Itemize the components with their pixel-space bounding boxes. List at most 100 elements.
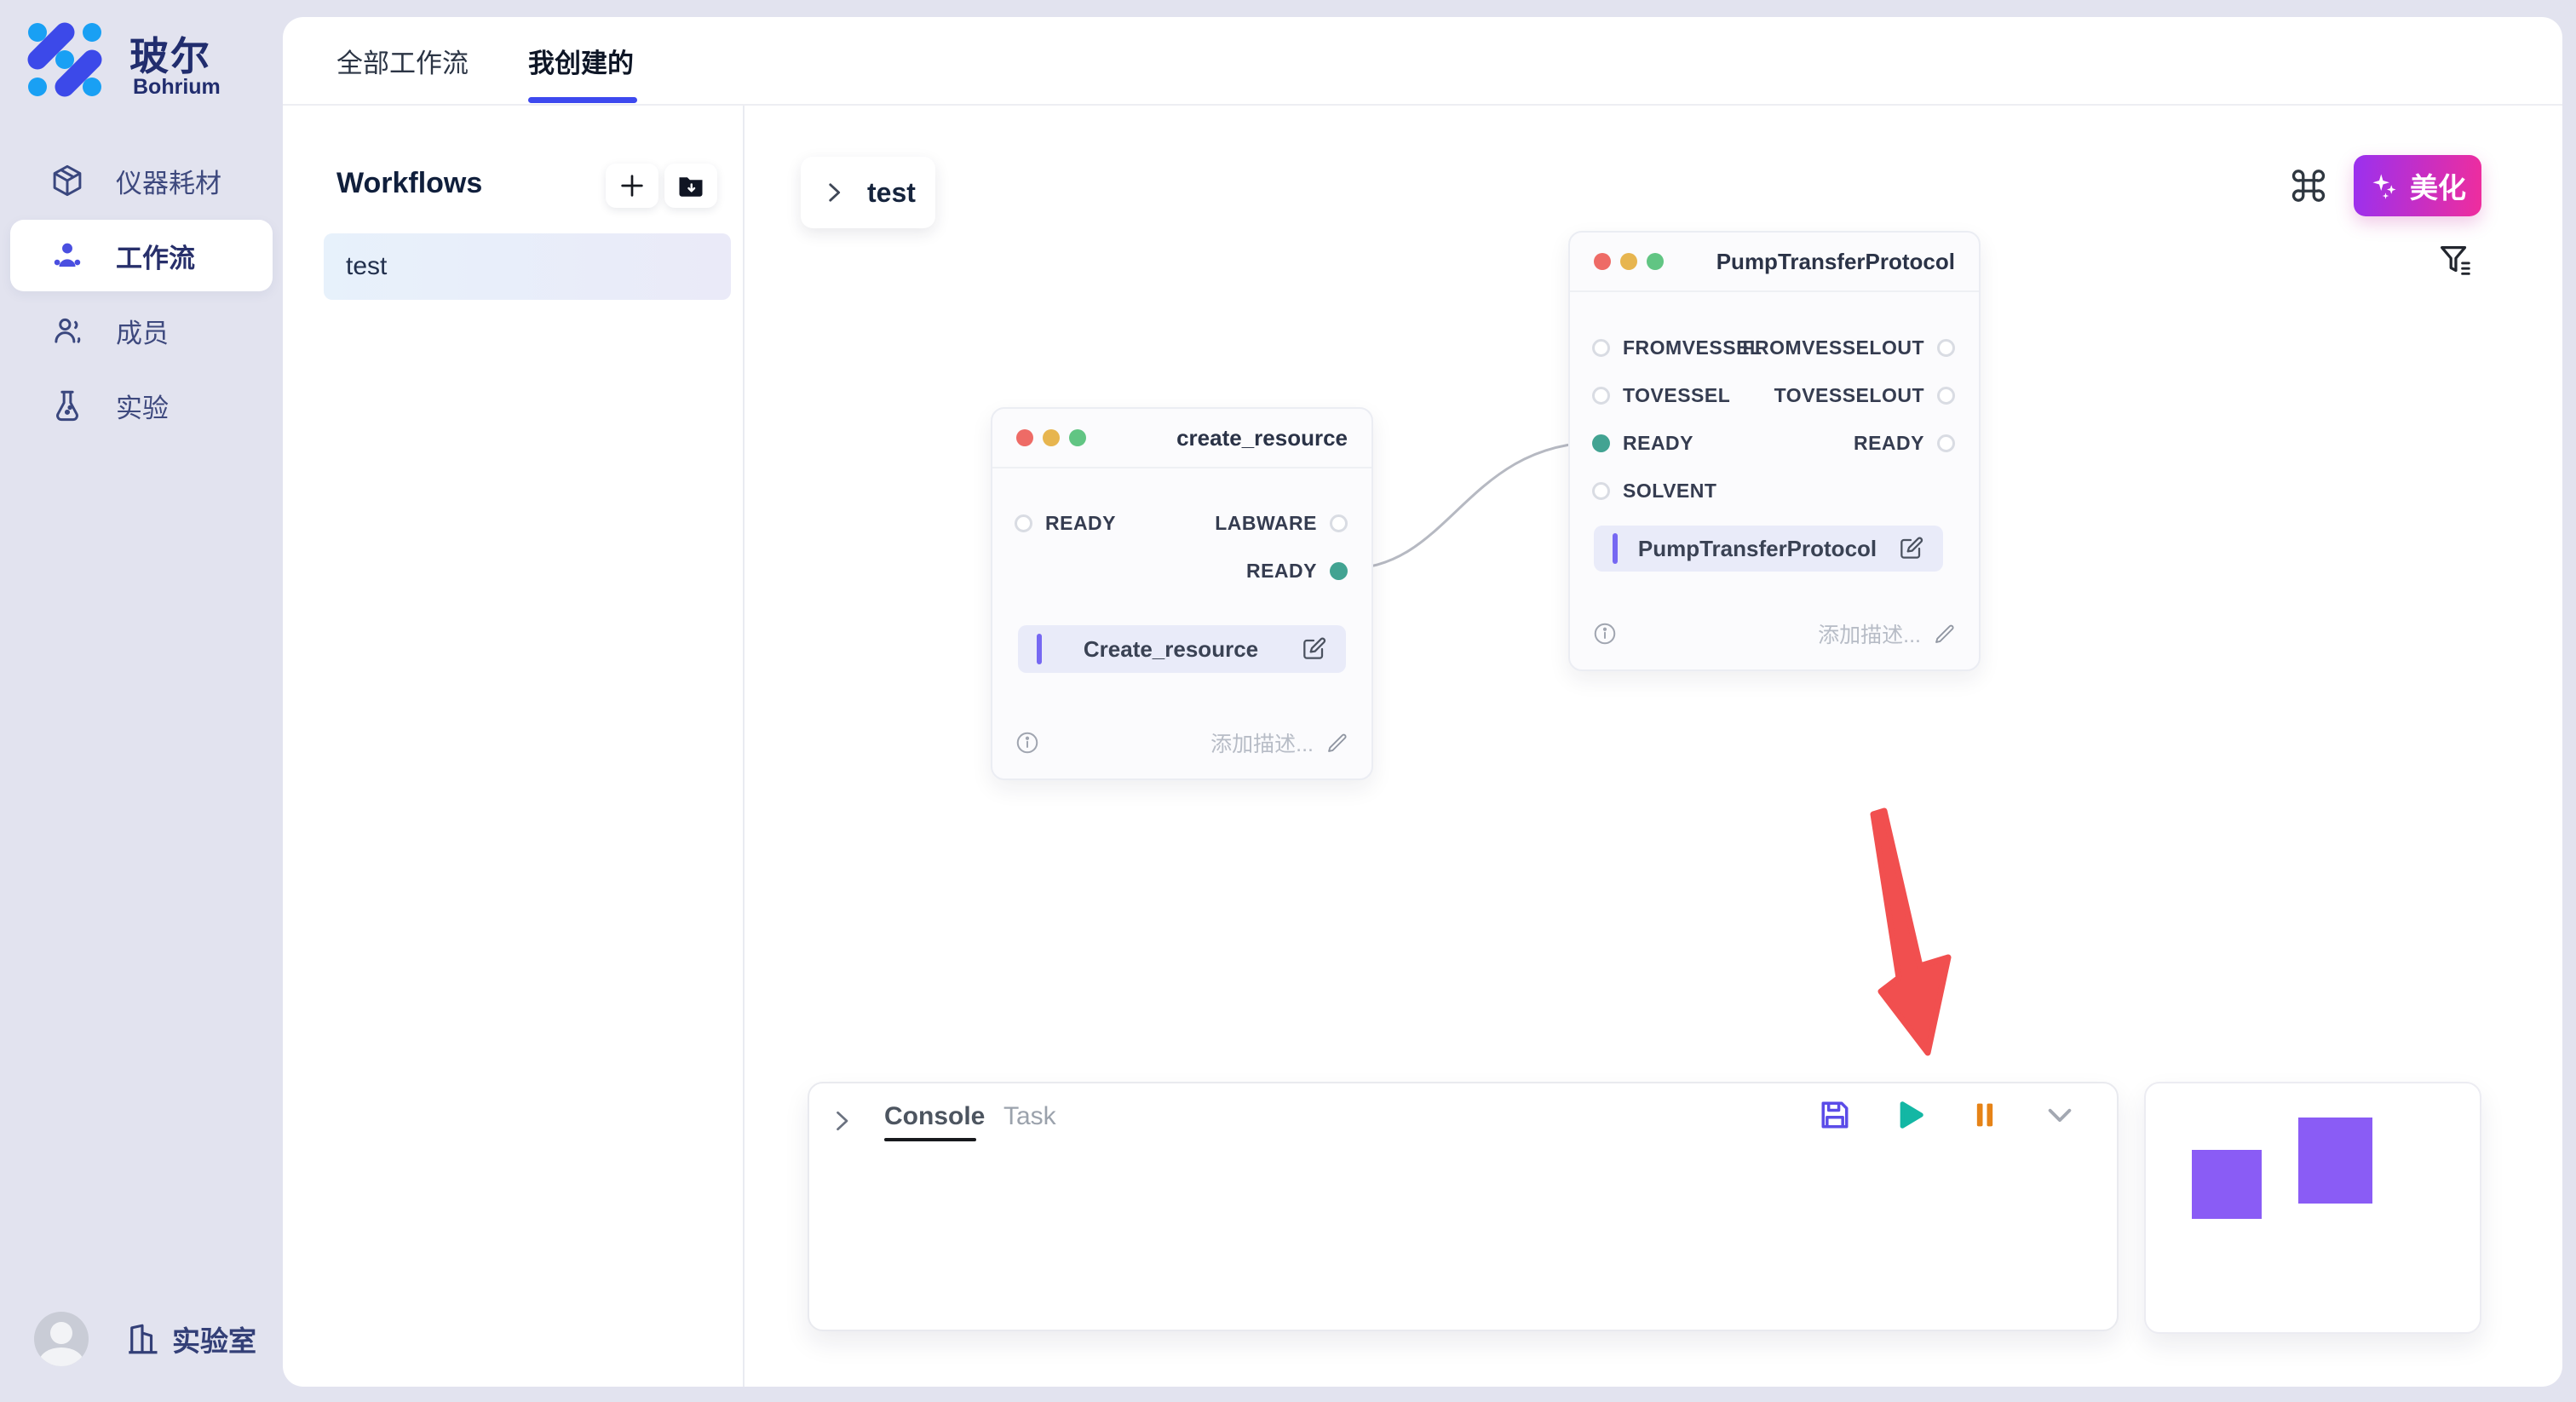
minimap[interactable] [2144, 1082, 2481, 1334]
port-label: SOLVENT [1623, 480, 1716, 503]
window-dots [1594, 253, 1664, 270]
chevron-down-icon [2042, 1097, 2078, 1133]
add-workflow-button[interactable] [606, 164, 658, 208]
node-create-resource[interactable]: create_resource READY LABWARE READY Crea… [991, 407, 1373, 780]
sidebar-item-workflow[interactable]: 工作流 [10, 220, 273, 291]
node-header[interactable]: PumpTransferProtocol [1570, 233, 1979, 292]
port-label: FROMVESSELOUT [1742, 336, 1924, 359]
workflow-canvas[interactable]: test 美化 [745, 106, 2562, 1387]
sidebar-item-members[interactable]: 成员 [10, 295, 273, 366]
node-header[interactable]: create_resource [992, 409, 1371, 468]
port-handle[interactable] [1937, 339, 1955, 357]
port-handle[interactable] [1937, 387, 1955, 405]
edit-icon[interactable] [1300, 635, 1327, 663]
sidebar-item-label: 实验 [116, 387, 169, 425]
task-tab[interactable]: Task [1003, 1102, 1056, 1131]
command-icon [2287, 164, 2330, 207]
command-palette-button[interactable] [2285, 162, 2332, 210]
chevron-right-icon[interactable] [826, 1106, 857, 1136]
port-in-ready: READY [1015, 510, 1116, 536]
chevron-right-icon [819, 178, 848, 207]
pause-icon [1968, 1098, 2002, 1132]
package-icon [49, 163, 85, 198]
pencil-icon[interactable] [1933, 622, 1957, 646]
minimap-node [2192, 1150, 2262, 1219]
description-placeholder[interactable]: 添加描述... [1818, 618, 1921, 649]
port-in-tovessel: TOVESSEL [1592, 382, 1730, 408]
description-placeholder[interactable]: 添加描述... [1210, 727, 1314, 758]
filter-button[interactable] [2433, 238, 2477, 283]
main-card: 全部工作流 我创建的 Workflows test [283, 17, 2562, 1387]
node-title: create_resource [1176, 425, 1348, 451]
breadcrumb[interactable]: test [801, 157, 935, 228]
folder-download-icon [676, 170, 706, 201]
sidebar-item-label: 工作流 [116, 237, 195, 275]
sidebar: 玻尔 Bohrium 仪器耗材 工作流 成员 [0, 0, 283, 1402]
tab-created-by-me[interactable]: 我创建的 [528, 17, 634, 104]
tab-all-workflows[interactable]: 全部工作流 [336, 17, 469, 104]
workflows-panel: Workflows test [283, 106, 745, 1387]
avatar[interactable] [34, 1312, 89, 1366]
beautify-button[interactable]: 美化 [2354, 155, 2481, 216]
port-handle-connected[interactable] [1592, 434, 1610, 452]
info-icon[interactable] [1592, 621, 1618, 646]
port-handle-connected[interactable] [1330, 562, 1348, 580]
brand-subtitle: Bohrium [133, 75, 221, 100]
node-action-row[interactable]: PumpTransferProtocol [1594, 526, 1943, 572]
sparkles-icon [2369, 170, 2400, 201]
port-handle[interactable] [1592, 387, 1610, 405]
port-out-tovesselout: TOVESSELOUT [1774, 382, 1955, 408]
window-dot-yellow-icon [1620, 253, 1637, 270]
pause-button[interactable] [1965, 1095, 2004, 1135]
plus-icon [618, 171, 647, 200]
node-title: PumpTransferProtocol [1716, 249, 1955, 275]
collapse-button[interactable] [2040, 1095, 2079, 1135]
port-label: FROMVESSEL [1623, 336, 1762, 359]
port-in-ready: READY [1592, 430, 1693, 456]
node-action-row[interactable]: Create_resource [1018, 625, 1346, 673]
edit-icon[interactable] [1897, 535, 1924, 562]
window-dot-yellow-icon [1043, 429, 1060, 446]
port-label: READY [1246, 560, 1317, 583]
port-handle[interactable] [1937, 434, 1955, 452]
sidebar-footer[interactable]: 实验室 [0, 1305, 283, 1373]
port-handle[interactable] [1330, 514, 1348, 532]
node-pump-transfer-protocol[interactable]: PumpTransferProtocol FROMVESSEL FROMVESS… [1568, 231, 1981, 671]
workflow-list-item-test[interactable]: test [324, 233, 731, 300]
sidebar-item-consumables[interactable]: 仪器耗材 [10, 145, 273, 216]
port-handle[interactable] [1592, 482, 1610, 500]
port-handle[interactable] [1015, 514, 1032, 532]
action-label: PumpTransferProtocol [1618, 536, 1897, 562]
beautify-label: 美化 [2410, 165, 2466, 206]
run-button[interactable] [1890, 1095, 1929, 1135]
port-handle[interactable] [1592, 339, 1610, 357]
console-panel: Console Task [808, 1082, 2119, 1331]
node-footer: 添加描述... [1592, 617, 1957, 651]
action-label: Create_resource [1042, 636, 1300, 663]
port-label: READY [1045, 512, 1116, 535]
sidebar-item-label: 仪器耗材 [116, 162, 221, 200]
save-icon [1816, 1096, 1854, 1134]
play-icon [1892, 1097, 1928, 1133]
save-button[interactable] [1815, 1095, 1854, 1135]
port-label: TOVESSELOUT [1774, 384, 1924, 407]
experiment-icon [49, 388, 85, 423]
import-folder-button[interactable] [664, 164, 717, 208]
sidebar-item-label: 成员 [116, 312, 169, 350]
lab-building-icon [124, 1320, 160, 1358]
window-dot-red-icon [1594, 253, 1611, 270]
console-toolbar [1815, 1095, 2079, 1135]
window-dot-green-icon [1647, 253, 1664, 270]
active-tab-underline [528, 97, 637, 103]
info-icon[interactable] [1015, 730, 1040, 756]
port-out-fromvesselout: FROMVESSELOUT [1742, 335, 1955, 360]
console-tab[interactable]: Console [884, 1102, 985, 1131]
app-root: 玻尔 Bohrium 仪器耗材 工作流 成员 [0, 0, 2576, 1402]
minimap-node [2298, 1118, 2372, 1204]
breadcrumb-label: test [867, 177, 916, 209]
port-out-ready: READY [1854, 430, 1955, 456]
pencil-icon[interactable] [1325, 731, 1349, 755]
window-dots [1016, 429, 1086, 446]
port-out-labware: LABWARE [1215, 510, 1348, 536]
sidebar-item-experiments[interactable]: 实验 [10, 370, 273, 441]
